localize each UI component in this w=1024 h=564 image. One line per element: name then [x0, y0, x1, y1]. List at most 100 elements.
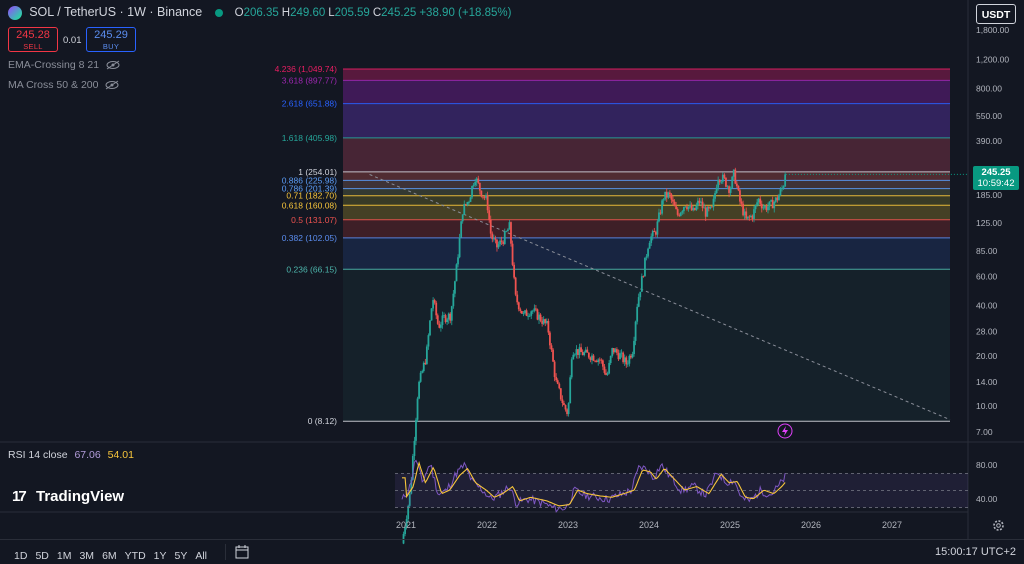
candle-body — [503, 231, 506, 245]
candle-body — [573, 354, 576, 356]
eye-off-icon[interactable] — [106, 60, 120, 70]
candle-body — [748, 216, 751, 218]
candle-body — [782, 186, 785, 189]
candle-body — [429, 320, 431, 336]
fib-band — [343, 180, 950, 189]
rsi-legend[interactable]: RSI 14 close 67.06 54.01 — [8, 449, 134, 461]
candle-body — [639, 291, 642, 298]
candle-body — [535, 308, 537, 310]
time-tick-label: 2025 — [720, 520, 740, 530]
tradingview-logo[interactable]: 17 TradingView — [12, 488, 124, 505]
candle-body — [482, 196, 484, 198]
candle-body — [425, 346, 428, 364]
range-button-6m[interactable]: 6M — [102, 550, 117, 562]
candle-body — [640, 276, 643, 292]
indicator-ma[interactable]: MA Cross 50 & 200 — [8, 79, 119, 91]
candle-body — [620, 352, 623, 354]
range-button-1y[interactable]: 1Y — [154, 550, 167, 562]
ohlc-value: 206.35 — [243, 7, 279, 19]
price-tick-label: 390.00 — [976, 136, 1002, 146]
candle-body — [464, 204, 467, 205]
fib-level-label: 0.236 (66.15) — [286, 264, 337, 274]
gear-icon[interactable] — [992, 519, 1005, 532]
buy-button[interactable]: 245.29 BUY — [86, 27, 136, 52]
candle-body — [496, 239, 498, 248]
candle-body — [586, 349, 589, 353]
fib-band — [343, 219, 950, 238]
candle-body — [725, 177, 727, 187]
solana-icon — [8, 5, 22, 20]
candle-body — [577, 349, 579, 355]
rsi-ma-value: 54.01 — [107, 449, 134, 461]
ohlc-key: H — [281, 7, 291, 19]
sell-button[interactable]: 245.28 SELL — [8, 27, 58, 52]
candle-body — [759, 198, 762, 204]
candle-body — [569, 377, 572, 404]
spread-value: 0.01 — [63, 35, 82, 46]
range-button-1m[interactable]: 1M — [57, 550, 72, 562]
range-button-ytd[interactable]: YTD — [125, 550, 146, 562]
candle-body — [513, 264, 516, 278]
bottom-toolbar: 1D 5D 1M 3M 6M YTD 1Y 5Y All 15:00:17 UTC+2 — [0, 539, 1024, 564]
candle-body — [552, 349, 554, 362]
candle-body — [628, 355, 631, 364]
eye-off-icon[interactable] — [105, 80, 119, 90]
candle-body — [486, 195, 489, 211]
candle-body — [634, 321, 637, 341]
candle-body — [779, 189, 782, 196]
currency-selector[interactable]: USDT — [976, 4, 1016, 24]
rsi-tick-label: 80.00 — [976, 460, 998, 470]
candle-body — [734, 169, 737, 184]
fib-band — [343, 80, 950, 104]
candle-body — [480, 190, 483, 197]
candle-body — [600, 359, 603, 361]
indicator-ema[interactable]: EMA-Crossing 8 21 — [8, 59, 120, 71]
candle-body — [595, 360, 598, 362]
price-tick-label: 20.00 — [976, 351, 998, 361]
candle-body — [630, 355, 632, 358]
fib-band — [343, 103, 950, 138]
candle-body — [443, 315, 445, 316]
symbol-title[interactable]: SOL / TetherUS · 1W · Binance — [29, 5, 202, 19]
ohlc-value: +38.90 (+18.85%) — [419, 7, 512, 19]
candle-body — [416, 398, 419, 420]
fib-band — [343, 269, 950, 422]
candle-body — [718, 179, 721, 183]
candle-body — [516, 294, 519, 303]
tv-logo-icon: 17 — [12, 488, 27, 505]
range-button-1d[interactable]: 1D — [14, 550, 27, 562]
candle-body — [556, 380, 559, 384]
fib-level-label: 0.71 (182.70) — [286, 191, 337, 201]
candle-body — [461, 214, 464, 222]
fib-level-label: 0 (8.12) — [308, 416, 337, 426]
price-chart[interactable]: 4.236 (1,049.74)3.618 (897.77) 2.618 (651… — [0, 0, 1024, 563]
candle-body — [721, 174, 724, 182]
candle-body — [778, 195, 780, 201]
candle-body — [717, 179, 720, 188]
candle-body — [701, 201, 704, 208]
candle-body — [735, 183, 738, 187]
candle-body — [510, 222, 512, 244]
range-button-5d[interactable]: 5D — [35, 550, 48, 562]
symbol-header: SOL / TetherUS · 1W · Binance O206.35 H24… — [8, 5, 514, 20]
candle-body — [695, 205, 698, 211]
candle-body — [704, 207, 707, 217]
candle-body — [558, 383, 561, 389]
candle-body — [740, 201, 743, 204]
price-tick-label: 550.00 — [976, 111, 1002, 121]
clock[interactable]: 15:00:17 UTC+2 — [935, 546, 1016, 558]
candle-body — [497, 244, 500, 248]
candle-body — [477, 178, 480, 183]
range-button-all[interactable]: All — [195, 550, 207, 562]
candle-body — [544, 319, 547, 323]
range-button-3m[interactable]: 3M — [79, 550, 94, 562]
sell-label: SELL — [23, 42, 43, 51]
date-range-icon[interactable] — [235, 545, 249, 559]
candle-body — [580, 347, 582, 352]
candle-body — [601, 360, 604, 367]
range-button-5y[interactable]: 5Y — [175, 550, 188, 562]
candle-body — [720, 181, 723, 183]
candle-body — [711, 206, 713, 208]
candle-body — [527, 315, 530, 317]
candle-body — [681, 211, 684, 213]
